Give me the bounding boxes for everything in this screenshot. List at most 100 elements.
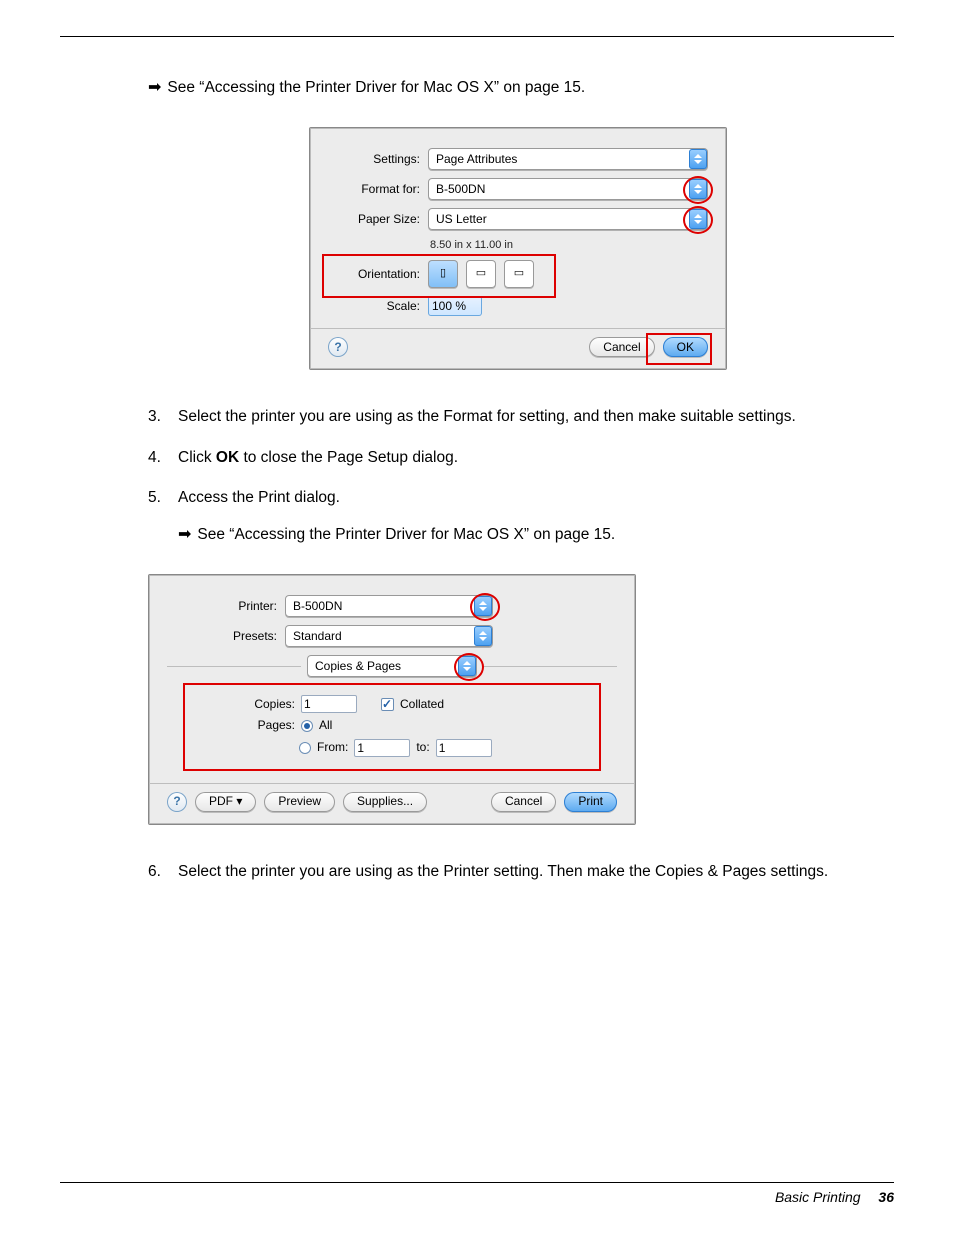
footer-text: Basic Printing 36 xyxy=(60,1189,894,1205)
copies-row: Copies: 1 Collated xyxy=(237,695,607,713)
step-number: 3. xyxy=(148,406,161,428)
copies-input[interactable]: 1 xyxy=(301,695,357,713)
step-5: 5. Access the Print dialog. ➡ See “Acces… xyxy=(148,487,888,824)
portrait-icon: ▯ xyxy=(440,266,446,282)
pages-from-row: From: 1 to: 1 xyxy=(299,739,607,757)
help-button[interactable]: ? xyxy=(328,337,348,357)
scale-input[interactable]: 100 % xyxy=(428,296,482,316)
step-6: 6. Select the printer you are using as t… xyxy=(148,861,888,883)
format-for-value: B-500DN xyxy=(436,181,688,198)
landscape-icon: ▭ xyxy=(476,266,486,282)
page-setup-dialog: Settings: Page Attributes Format for: B-… xyxy=(309,127,727,370)
pages-all-row: Pages: All xyxy=(237,717,607,734)
paper-size-popup[interactable]: US Letter xyxy=(428,208,708,230)
print-button[interactable]: Print xyxy=(564,792,617,812)
printer-row: Printer: B-500DN xyxy=(167,595,617,617)
ok-button[interactable]: OK xyxy=(663,337,708,357)
step-number: 5. xyxy=(148,487,161,509)
collated-label: Collated xyxy=(400,696,444,713)
step-4: 4. Click OK to close the Page Setup dial… xyxy=(148,447,888,469)
help-button[interactable]: ? xyxy=(167,792,187,812)
popup-arrows-icon xyxy=(458,656,476,676)
to-input[interactable]: 1 xyxy=(436,739,492,757)
arrow-right-icon: ➡ xyxy=(148,77,161,99)
scale-row: Scale: 100 % xyxy=(328,296,708,316)
document-page: ➡ See “Accessing the Printer Driver for … xyxy=(0,0,954,1235)
bottom-rule xyxy=(60,1182,894,1183)
format-for-popup[interactable]: B-500DN xyxy=(428,178,708,200)
popup-arrows-icon xyxy=(689,149,707,169)
from-label: From: xyxy=(317,739,348,756)
orientation-portrait-button[interactable]: ▯ xyxy=(428,260,458,288)
pages-from-radio[interactable] xyxy=(299,742,311,754)
settings-value: Page Attributes xyxy=(436,151,688,168)
presets-popup[interactable]: Standard xyxy=(285,625,493,647)
format-for-row: Format for: B-500DN xyxy=(328,178,708,200)
step-text: Select the printer you are using as the … xyxy=(178,408,796,425)
footer-page-number: 36 xyxy=(878,1189,894,1205)
dialog-separator xyxy=(310,328,726,329)
step-list: 3. Select the printer you are using as t… xyxy=(148,406,888,883)
pdf-button[interactable]: PDF ▾ xyxy=(195,792,256,812)
copies-label: Copies: xyxy=(237,696,295,713)
pages-all-label: All xyxy=(319,717,332,734)
orientation-label: Orientation: xyxy=(328,266,420,283)
orientation-row: Orientation: ▯ ▭ ▭ xyxy=(328,260,708,288)
presets-row: Presets: Standard xyxy=(167,625,617,647)
step-number: 6. xyxy=(148,861,161,883)
step-text: Select the printer you are using as the … xyxy=(178,863,828,880)
orientation-landscape-button[interactable]: ▭ xyxy=(466,260,496,288)
scale-label: Scale: xyxy=(328,298,420,315)
supplies-button[interactable]: Supplies... xyxy=(343,792,427,812)
presets-value: Standard xyxy=(293,628,473,645)
printer-label: Printer: xyxy=(167,598,277,615)
dialog-footer: ? PDF ▾ Preview Supplies... Cancel Print xyxy=(167,792,617,812)
cross-reference-text: See “Accessing the Printer Driver for Ma… xyxy=(167,77,585,99)
printer-value: B-500DN xyxy=(293,598,473,615)
step-3: 3. Select the printer you are using as t… xyxy=(148,406,888,428)
top-rule xyxy=(60,36,894,37)
paper-size-row: Paper Size: US Letter xyxy=(328,208,708,230)
pages-label: Pages: xyxy=(237,717,295,734)
cross-reference: ➡ See “Accessing the Printer Driver for … xyxy=(178,524,888,546)
orientation-group: ▯ ▭ ▭ xyxy=(428,260,534,288)
paper-size-label: Paper Size: xyxy=(328,211,420,228)
arrow-right-icon: ➡ xyxy=(178,524,191,546)
presets-label: Presets: xyxy=(167,628,277,645)
step-text-bold: OK xyxy=(216,449,239,466)
popup-arrows-icon xyxy=(474,596,492,616)
step-text-post: to close the Page Setup dialog. xyxy=(239,449,458,466)
popup-arrows-icon xyxy=(689,209,707,229)
preview-button[interactable]: Preview xyxy=(264,792,335,812)
printer-popup[interactable]: B-500DN xyxy=(285,595,493,617)
settings-row: Settings: Page Attributes xyxy=(328,148,708,170)
settings-popup[interactable]: Page Attributes xyxy=(428,148,708,170)
cancel-button[interactable]: Cancel xyxy=(491,792,556,812)
step-text: Access the Print dialog. xyxy=(178,489,340,506)
collated-checkbox[interactable] xyxy=(381,698,394,711)
dialog-separator xyxy=(149,783,635,784)
print-dialog: Printer: B-500DN Presets: Standard xyxy=(148,574,636,824)
pages-all-radio[interactable] xyxy=(301,720,313,732)
cancel-button[interactable]: Cancel xyxy=(589,337,654,357)
paper-size-value: US Letter xyxy=(436,211,688,228)
landscape-rev-icon: ▭ xyxy=(514,266,524,282)
format-for-label: Format for: xyxy=(328,181,420,198)
page-footer: Basic Printing 36 xyxy=(60,1182,894,1205)
footer-section: Basic Printing xyxy=(775,1189,861,1205)
section-value: Copies & Pages xyxy=(315,658,457,675)
settings-label: Settings: xyxy=(328,151,420,168)
from-input[interactable]: 1 xyxy=(354,739,410,757)
cross-reference: ➡ See “Accessing the Printer Driver for … xyxy=(148,77,888,99)
section-popup[interactable]: Copies & Pages xyxy=(307,655,477,677)
paper-dimensions: 8.50 in x 11.00 in xyxy=(430,238,708,254)
section-popup-row: Copies & Pages xyxy=(167,655,617,677)
orientation-landscape-rev-button[interactable]: ▭ xyxy=(504,260,534,288)
step-number: 4. xyxy=(148,447,161,469)
dialog-footer: ? Cancel OK xyxy=(328,337,708,357)
popup-arrows-icon xyxy=(474,626,492,646)
step-text-pre: Click xyxy=(178,449,216,466)
page-content: ➡ See “Accessing the Printer Driver for … xyxy=(148,77,888,883)
copies-pages-box: Copies: 1 Collated Pages: All xyxy=(167,683,617,770)
cross-reference-text: See “Accessing the Printer Driver for Ma… xyxy=(197,524,615,546)
